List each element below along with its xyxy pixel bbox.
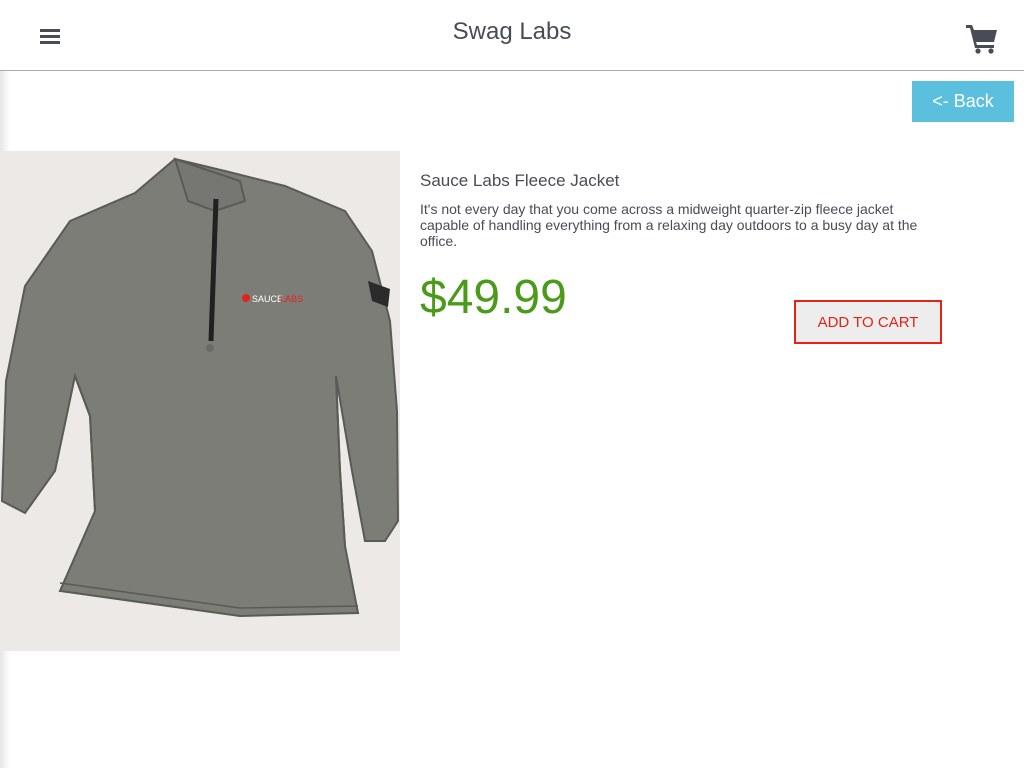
app-title: Swag Labs <box>452 18 572 45</box>
product-name: Sauce Labs Fleece Jacket <box>420 171 620 190</box>
product-image: SAUCE LABS <box>0 151 400 651</box>
fleece-jacket-image: SAUCE LABS <box>0 151 400 651</box>
back-button[interactable]: <- Back <box>912 81 1014 122</box>
product-description: It's not every day that you come across … <box>420 201 918 249</box>
shopping-cart-icon <box>966 25 997 54</box>
app-header: Swag Labs <box>0 0 1024 71</box>
shopping-cart-button[interactable] <box>964 22 1000 54</box>
add-to-cart-button[interactable]: ADD TO CART <box>794 300 942 344</box>
svg-text:LABS: LABS <box>280 294 303 304</box>
svg-text:SAUCE: SAUCE <box>252 294 283 304</box>
product-price: $49.99 <box>420 271 567 324</box>
